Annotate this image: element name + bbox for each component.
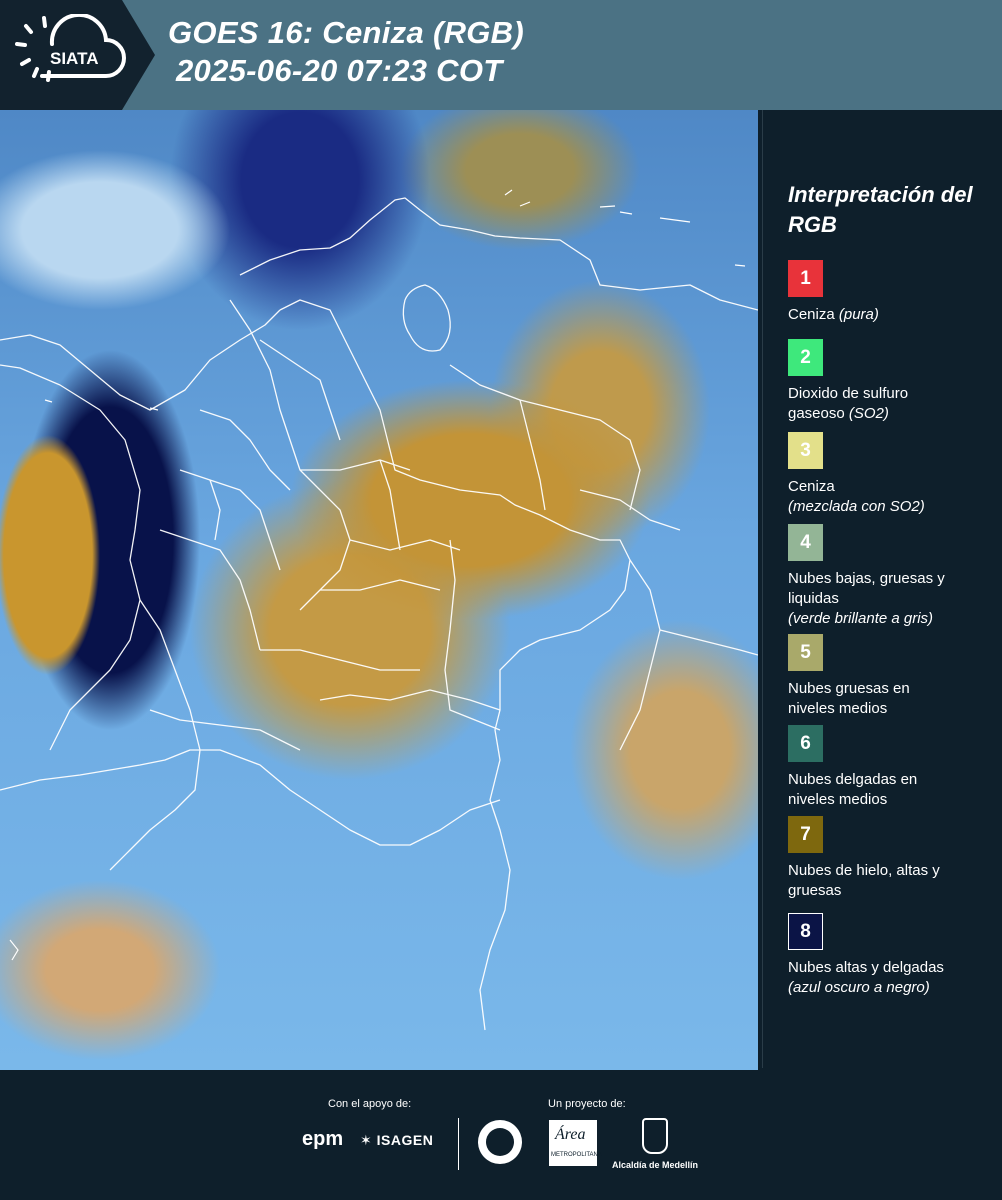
epm-logo: epm	[302, 1128, 344, 1150]
legend-text: Nubes de hielo, altas y gruesas	[788, 862, 940, 899]
project-label: Un proyecto de:	[548, 1098, 626, 1110]
legend-item-2: 2 Dioxido de sulfuro gaseoso (SO2)	[788, 339, 968, 424]
legend-swatch: 7	[788, 816, 823, 853]
legend-swatch: 2	[788, 339, 823, 376]
legend-text: Nubes altas y delgadas (azul oscuro a neg…	[788, 959, 944, 996]
page-title: GOES 16: Ceniza (RGB) 2025-06-20 07:23 C…	[168, 14, 524, 90]
legend-item-3: 3 Ceniza (mezclada con SO2)	[788, 432, 925, 517]
legend-swatch: 4	[788, 524, 823, 561]
alcaldia-label: Alcaldía de Medellín	[612, 1160, 699, 1170]
title-line1: GOES 16: Ceniza (RGB)	[168, 15, 524, 50]
legend-text: Nubes delgadas en niveles medios	[788, 771, 918, 808]
legend-item-4: 4 Nubes bajas, gruesas y liquidas (verde …	[788, 524, 973, 629]
siata-logo: SIATA	[0, 0, 155, 110]
satellite-map[interactable]	[0, 110, 758, 1070]
legend-text: Ceniza (mezclada con SO2)	[788, 478, 925, 515]
legend-swatch: 8	[788, 913, 823, 950]
legend-text: Ceniza (pura)	[788, 306, 879, 323]
legend-divider	[762, 110, 763, 1068]
legend-swatch: 5	[788, 634, 823, 671]
legend-swatch: 6	[788, 725, 823, 762]
medellin-seal-icon	[478, 1120, 522, 1164]
country-borders	[0, 189, 758, 1031]
footer-divider	[458, 1118, 459, 1170]
isagen-star-icon: ✶	[360, 1132, 373, 1148]
header-bar: SIATA GOES 16: Ceniza (RGB) 2025-06-20 0…	[0, 0, 1002, 110]
legend-item-8: 8 Nubes altas y delgadas (azul oscuro a n…	[788, 913, 944, 998]
isagen-logo: ✶ ISAGEN	[360, 1132, 434, 1148]
legend-text: Nubes bajas, gruesas y liquidas (verde br…	[788, 570, 945, 627]
area-metropolitana-logo: Área METROPOLITANA	[549, 1120, 602, 1166]
legend-item-1: 1 Ceniza (pura)	[788, 260, 879, 325]
legend-title: Interpretación del RGB	[788, 182, 973, 237]
legend-swatch: 3	[788, 432, 823, 469]
brand-text: SIATA	[50, 49, 98, 68]
legend-swatch: 1	[788, 260, 823, 297]
title-line2: 2025-06-20 07:23 COT	[176, 53, 503, 88]
legend-text: Nubes gruesas en niveles medios	[788, 680, 910, 717]
legend-item-6: 6 Nubes delgadas en niveles medios	[788, 725, 938, 810]
alcaldia-shield-icon	[642, 1118, 668, 1154]
legend-panel: Interpretación del RGB 1 Ceniza (pura) 2…	[788, 180, 988, 996]
legend-text: Dioxido de sulfuro gaseoso (SO2)	[788, 385, 909, 422]
legend-item-5: 5 Nubes gruesas en niveles medios	[788, 634, 938, 719]
sun-cloud-icon: SIATA	[15, 14, 126, 82]
footer: Con el apoyo de: Un proyecto de: epm ✶ I…	[0, 1070, 1002, 1200]
support-label: Con el apoyo de:	[328, 1098, 412, 1110]
legend-item-7: 7 Nubes de hielo, altas y gruesas	[788, 816, 968, 901]
